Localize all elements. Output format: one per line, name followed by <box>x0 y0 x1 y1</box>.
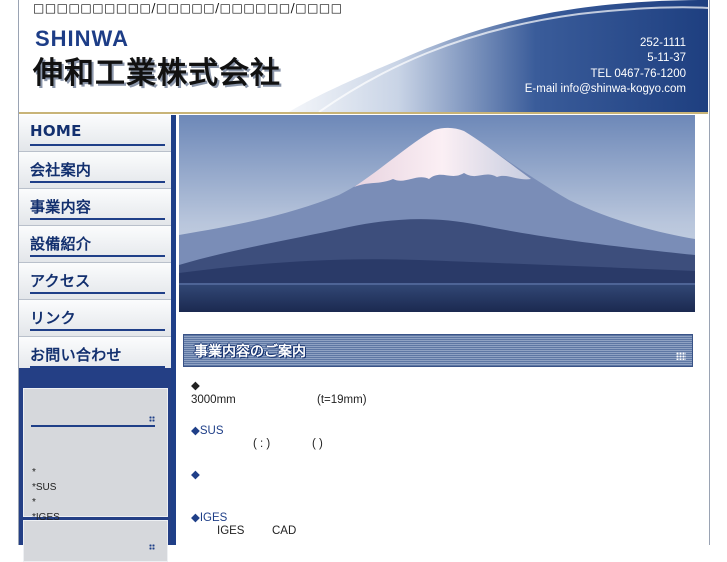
content-text: (t=19mm) <box>317 394 367 406</box>
address: 5-11-37 <box>647 52 686 65</box>
nav-item-label: HOME <box>30 122 82 140</box>
header-divider <box>19 112 708 114</box>
side-info-list: * *SUS * *IGES <box>32 465 60 525</box>
header-tagline: □□□□□□□□□□/□□□□□/□□□□□□/□□□□ <box>33 1 343 15</box>
nav-item-access[interactable]: アクセス <box>19 263 171 300</box>
nav-item-label: 会社案内 <box>30 161 92 179</box>
side-nav: HOME 会社案内 事業内容 設備紹介 アクセス リンク お問い合わせ <box>19 115 171 374</box>
nav-item-label: リンク <box>30 309 76 327</box>
nav-item-equipment[interactable]: 設備紹介 <box>19 226 171 263</box>
bullet-heading: ◆ <box>191 380 200 392</box>
nav-item-label: 設備紹介 <box>30 235 92 253</box>
nav-item-links[interactable]: リンク <box>19 300 171 337</box>
dots-icon <box>149 416 155 422</box>
list-item[interactable]: * <box>32 495 60 510</box>
hero-mountain-image <box>179 115 695 312</box>
email[interactable]: E-mail info@shinwa-kogyo.com <box>525 82 686 97</box>
postal-code: 252-1111 <box>639 37 686 49</box>
bullet-heading: ◆IGES <box>191 512 228 524</box>
content-text: IGES <box>217 525 245 537</box>
nav-item-home[interactable]: HOME <box>19 115 171 152</box>
nav-accent-strip <box>171 115 176 545</box>
content-text: ( : ) <box>253 438 271 450</box>
section-title: 事業内容のご案内 <box>194 344 306 360</box>
nav-item-label: アクセス <box>30 272 91 290</box>
bullet-heading: ◆ <box>191 469 200 481</box>
list-item[interactable]: *SUS <box>32 480 60 495</box>
nav-item-label: お問い合わせ <box>30 346 122 364</box>
nav-item-label: 事業内容 <box>30 198 92 216</box>
list-item[interactable]: * <box>32 465 60 480</box>
content-text: CAD <box>272 525 297 537</box>
section-title-bar: 事業内容のご案内 <box>183 334 693 367</box>
box-rule <box>31 425 155 427</box>
phone: TEL 0467-76-1200 <box>590 67 686 80</box>
nav-item-business[interactable]: 事業内容 <box>19 189 171 226</box>
dots-icon <box>676 352 686 360</box>
site-header: □□□□□□□□□□/□□□□□/□□□□□□/□□□□ SHINWA 伸和工業… <box>19 0 708 112</box>
side-info-box: * *SUS * *IGES <box>23 388 168 523</box>
side-info-box-2 <box>23 520 168 562</box>
side-panel: * *SUS * *IGES <box>19 368 171 562</box>
content-text: ( ) <box>312 438 323 450</box>
bullet-heading: ◆SUS <box>191 425 224 437</box>
content-text: 3000mm <box>191 394 236 406</box>
contact-info: 252-1111 5-11-37 TEL 0467-76-1200 E-mail… <box>525 36 686 97</box>
nav-item-company[interactable]: 会社案内 <box>19 152 171 189</box>
logo-japanese[interactable]: 伸和工業株式会社 <box>33 48 281 92</box>
